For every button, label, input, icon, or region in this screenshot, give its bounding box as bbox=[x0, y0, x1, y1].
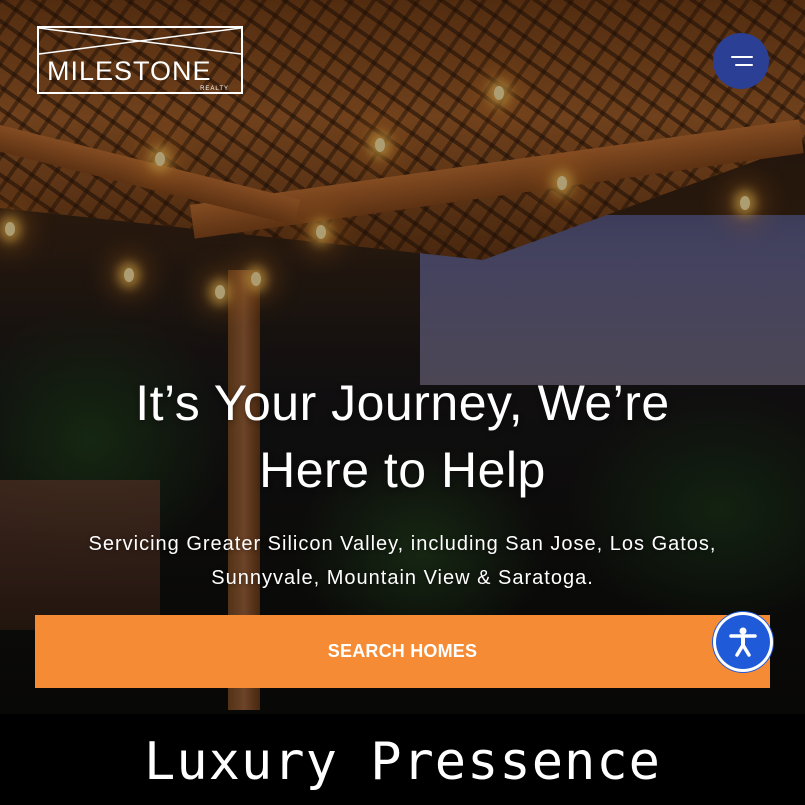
hamburger-menu-icon bbox=[735, 64, 753, 66]
search-homes-button[interactable]: SEARCH HOMES bbox=[35, 615, 770, 688]
hero-headline: It’s Your Journey, We’re Here to Help bbox=[0, 370, 805, 504]
caption-text: Luxury Pressence bbox=[144, 732, 661, 792]
accessibility-person-icon bbox=[729, 627, 757, 657]
menu-button[interactable] bbox=[713, 33, 769, 89]
milestone-realty-logo[interactable]: MILESTONE REALTY bbox=[37, 26, 243, 94]
hamburger-menu-icon bbox=[731, 56, 753, 58]
logo-subtitle: REALTY bbox=[200, 86, 229, 92]
hero-background-photo bbox=[0, 0, 805, 714]
accessibility-button[interactable] bbox=[713, 612, 773, 672]
hero-overlay bbox=[0, 0, 805, 714]
screenshot: MILESTONE REALTY It’s Your Journey, We’r… bbox=[0, 0, 805, 805]
hero-subtext: Servicing Greater Silicon Valley, includ… bbox=[88, 533, 717, 589]
headline-line-2: Here to Help bbox=[259, 442, 546, 498]
caption-banner: Luxury Pressence bbox=[0, 714, 805, 805]
headline-line-1: It’s Your Journey, We’re bbox=[135, 375, 670, 431]
logo-wordmark: MILESTONE bbox=[47, 56, 212, 86]
